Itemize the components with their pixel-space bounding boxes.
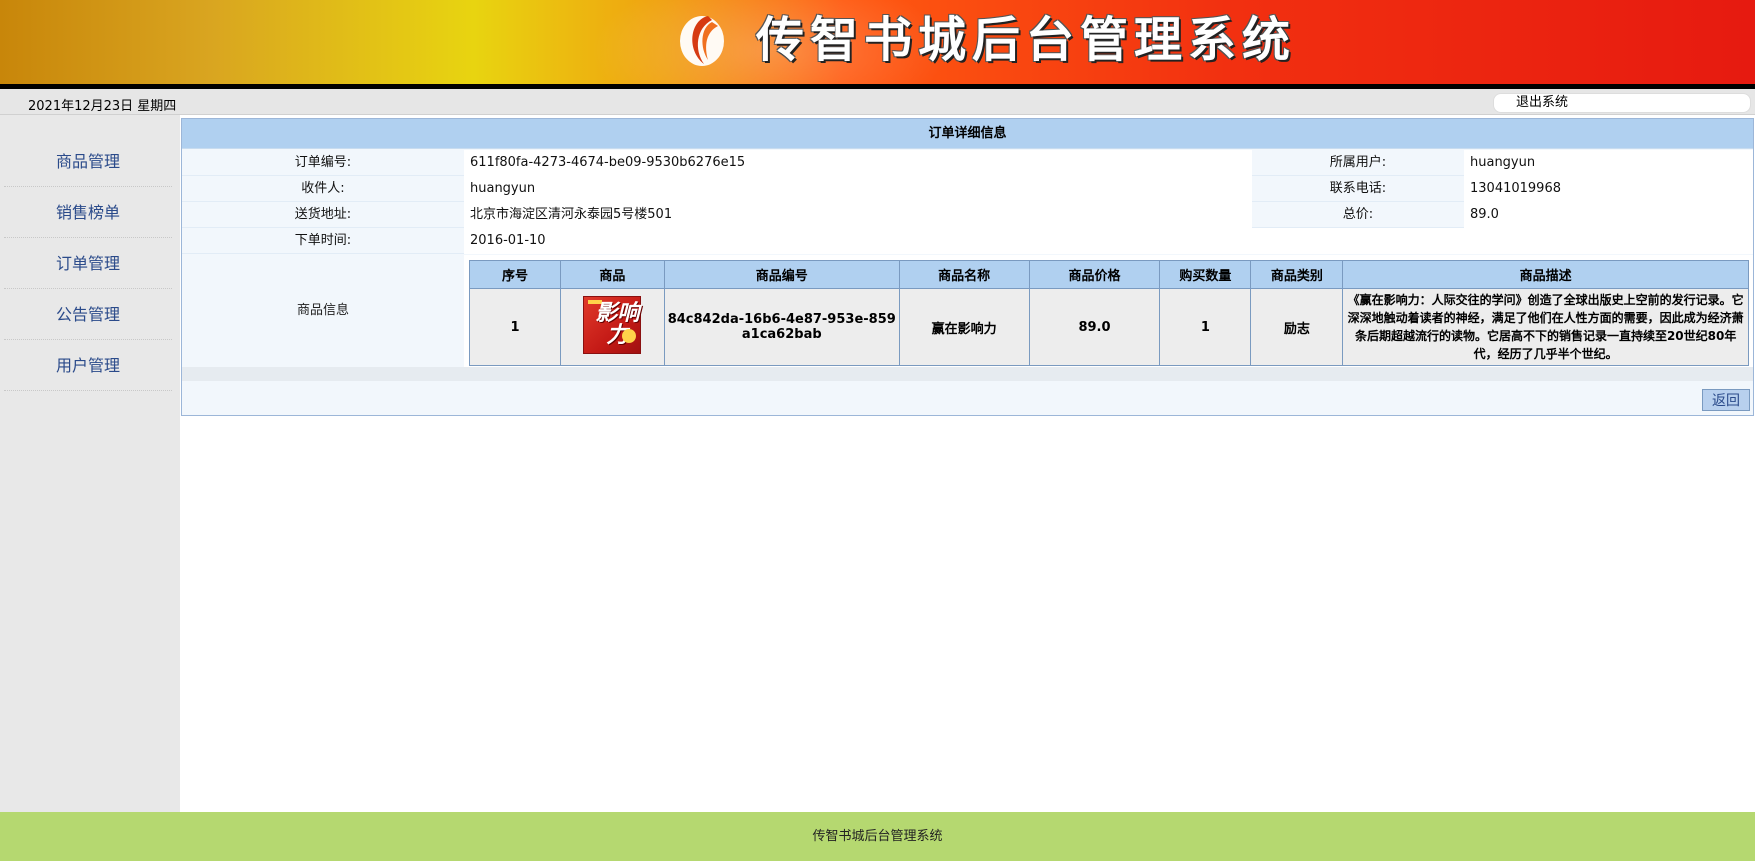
- time-value: 2016-01-10: [464, 228, 1753, 254]
- receiver-value: huangyun: [464, 176, 1252, 202]
- logout-button[interactable]: 退出系统: [1493, 93, 1751, 113]
- user-label: 所属用户:: [1329, 155, 1387, 170]
- goods-row: 商品信息 序号 商品 商品编号 商品名称 商品价格 购买数量 商品类别 商品描述: [182, 255, 1753, 367]
- goods-image-cell: 影响力: [559, 288, 665, 366]
- user-value: huangyun: [1464, 150, 1753, 176]
- goods-category: 励志: [1250, 288, 1344, 366]
- panel-divider: [182, 367, 1753, 381]
- goods-price: 89.0: [1028, 288, 1161, 366]
- column-header: 商品: [559, 260, 665, 289]
- column-header: 商品编号: [663, 260, 900, 289]
- sidebar-item-users[interactable]: 用户管理: [4, 341, 172, 391]
- info-bar: 2021年12月23日 星期四 退出系统: [0, 89, 1755, 115]
- goods-table: 序号 商品 商品编号 商品名称 商品价格 购买数量 商品类别 商品描述 1 影响…: [469, 260, 1749, 366]
- sidebar-item-notices[interactable]: 公告管理: [4, 290, 172, 340]
- column-header: 商品描述: [1342, 260, 1749, 289]
- phone-label: 联系电话:: [1329, 181, 1387, 196]
- order-no-value: 611f80fa-4273-4674-be09-9530b6276e15: [464, 150, 1252, 176]
- detail-row: 下单时间: 2016-01-10: [182, 228, 1753, 254]
- goods-quantity: 1: [1159, 288, 1252, 366]
- ribbon-logo-icon: [680, 16, 724, 66]
- header-banner: 传智书城后台管理系统: [0, 0, 1755, 84]
- column-header: 商品名称: [898, 260, 1030, 289]
- order-detail-panel: 订单详细信息 订单编号: 611f80fa-4273-4674-be09-953…: [181, 118, 1754, 416]
- footer: 传智书城后台管理系统: [0, 812, 1755, 861]
- panel-title: 订单详细信息: [182, 119, 1753, 149]
- goods-table-header: 序号 商品 商品编号 商品名称 商品价格 购买数量 商品类别 商品描述: [469, 260, 1749, 289]
- time-label: 下单时间:: [294, 233, 352, 248]
- receiver-label: 收件人:: [301, 181, 345, 196]
- table-row: 1 影响力 84c842da-16b6-4e87-953e-859a1ca62b…: [469, 288, 1749, 366]
- order-no-label: 订单编号:: [294, 155, 352, 170]
- sidebar-item-sales-ranking[interactable]: 销售榜单: [4, 188, 172, 238]
- column-header: 购买数量: [1159, 260, 1252, 289]
- sidebar-item-orders[interactable]: 订单管理: [4, 239, 172, 289]
- goods-table-wrap: 序号 商品 商品编号 商品名称 商品价格 购买数量 商品类别 商品描述 1 影响…: [464, 255, 1753, 367]
- detail-row: 送货地址: 北京市海淀区清河永泰园5号楼501 总价: 89.0: [182, 202, 1753, 228]
- detail-row: 收件人: huangyun 联系电话: 13041019968: [182, 176, 1753, 202]
- goods-id: 84c842da-16b6-4e87-953e-859a1ca62bab: [663, 288, 900, 366]
- column-header: 商品价格: [1028, 260, 1161, 289]
- detail-row: 订单编号: 611f80fa-4273-4674-be09-9530b6276e…: [182, 150, 1753, 176]
- system-title: 传智书城后台管理系统: [756, 12, 1297, 68]
- total-value: 89.0: [1464, 202, 1753, 228]
- sidebar-item-goods[interactable]: 商品管理: [4, 137, 172, 187]
- goods-description: 《赢在影响力：人际交往的学问》创造了全球出版史上空前的发行记录。它深深地触动着读…: [1342, 288, 1749, 366]
- address-label: 送货地址:: [294, 207, 352, 222]
- goods-index: 1: [469, 288, 561, 366]
- goods-label: 商品信息: [296, 303, 349, 318]
- sidebar: 商品管理 销售榜单 订单管理 公告管理 用户管理: [0, 115, 180, 812]
- total-label: 总价:: [1342, 207, 1374, 222]
- goods-name: 赢在影响力: [898, 288, 1030, 366]
- book-cover-image: 影响力: [583, 296, 642, 354]
- address-value: 北京市海淀区清河永泰园5号楼501: [464, 202, 1252, 228]
- column-header: 商品类别: [1250, 260, 1344, 289]
- current-date: 2021年12月23日 星期四: [28, 99, 177, 114]
- back-button[interactable]: 返回: [1702, 389, 1750, 411]
- column-header: 序号: [469, 260, 561, 289]
- phone-value: 13041019968: [1464, 176, 1753, 202]
